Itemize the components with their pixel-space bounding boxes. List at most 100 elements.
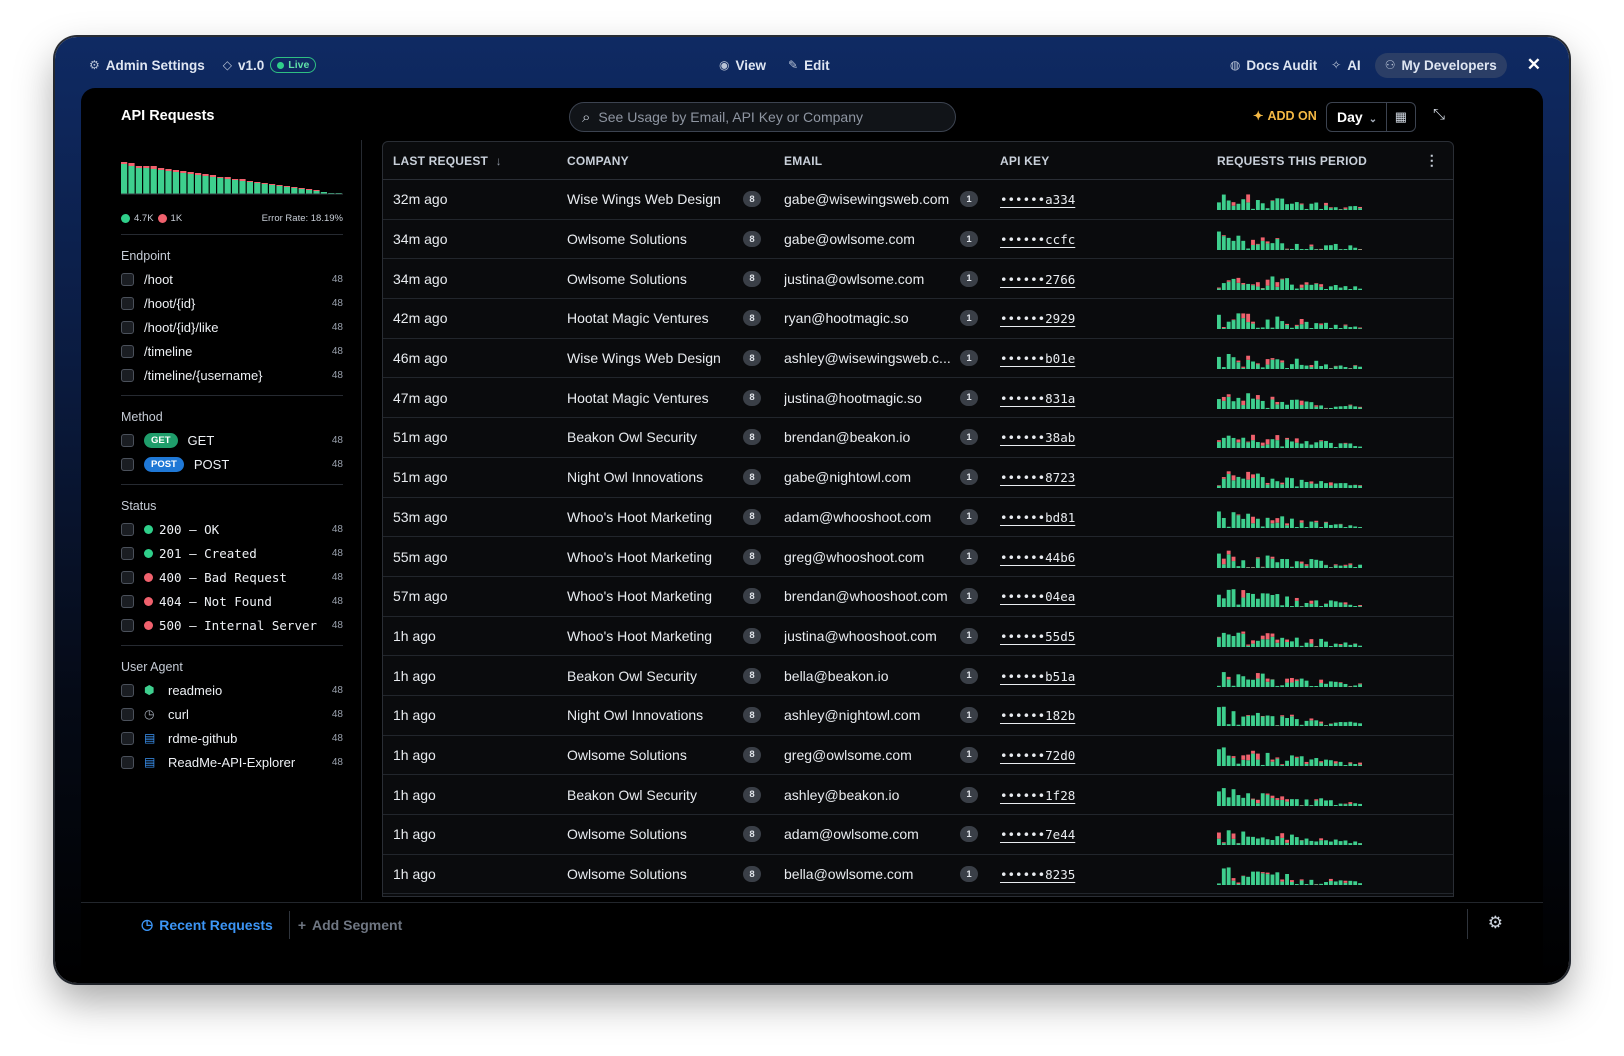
checkbox[interactable]: [121, 522, 134, 536]
checkbox[interactable]: [121, 457, 134, 471]
api-key-link[interactable]: ••••••ccfc: [1000, 232, 1075, 247]
my-developers-button[interactable]: ⚇ My Developers: [1374, 52, 1507, 78]
email-link[interactable]: justina@whooshoot.com: [784, 628, 937, 644]
api-key-link[interactable]: ••••••182b: [1000, 708, 1075, 723]
user-agent-filter[interactable]: ⬢ readmeio 48: [121, 678, 343, 702]
email-link[interactable]: bella@owlsome.com: [784, 866, 913, 882]
email-link[interactable]: gabe@nightowl.com: [784, 469, 911, 485]
endpoint-filter[interactable]: /timeline 48: [121, 339, 343, 363]
email-link[interactable]: ryan@hootmagic.so: [784, 310, 909, 326]
email-link[interactable]: ashley@beakon.io: [784, 787, 899, 803]
email-link[interactable]: greg@owlsome.com: [784, 747, 912, 763]
checkbox[interactable]: [121, 344, 134, 358]
checkbox[interactable]: [121, 570, 134, 584]
email-link[interactable]: ashley@wisewingsweb.c...: [784, 350, 951, 366]
email-link[interactable]: brendan@whooshoot.com: [784, 588, 948, 604]
add-on-button[interactable]: ✦ ADD ON: [1253, 108, 1317, 124]
gear-icon[interactable]: ⚙: [1488, 913, 1503, 933]
checkbox[interactable]: [121, 731, 134, 745]
email-link[interactable]: brendan@beakon.io: [784, 429, 910, 445]
column-requests[interactable]: REQUESTS THIS PERIOD ⋮: [1207, 152, 1453, 169]
checkbox[interactable]: [121, 433, 134, 447]
search-input[interactable]: ⌕ See Usage by Email, API Key or Company: [569, 102, 956, 132]
endpoint-filter[interactable]: /hoot/{id} 48: [121, 291, 343, 315]
method-filter[interactable]: GET GET 48: [121, 428, 343, 452]
endpoint-filter[interactable]: /hoot/{id}/like 48: [121, 315, 343, 339]
user-agent-filter[interactable]: ▤ ReadMe-API-Explorer 48: [121, 750, 343, 774]
status-filter[interactable]: 404 – Not Found 48: [121, 589, 343, 613]
status-filter[interactable]: 400 – Bad Request 48: [121, 565, 343, 589]
checkbox[interactable]: [121, 296, 134, 310]
view-button[interactable]: ◉ View: [719, 58, 766, 73]
column-last-request[interactable]: LAST REQUEST ↓: [383, 154, 557, 168]
status-filter[interactable]: 500 – Internal Server 48: [121, 613, 343, 637]
api-key-link[interactable]: ••••••7e44: [1000, 827, 1075, 842]
api-key-link[interactable]: ••••••2766: [1000, 272, 1075, 287]
column-api-key[interactable]: API KEY: [990, 154, 1207, 168]
table-row[interactable]: 47m ago Hootat Magic Ventures 8 justina@hoo…: [383, 378, 1453, 419]
checkbox[interactable]: [121, 594, 134, 608]
api-key-link[interactable]: ••••••2929: [1000, 311, 1075, 326]
period-selector[interactable]: Day ⌄ ▦: [1326, 102, 1416, 132]
table-row[interactable]: 34m ago Owlsome Solutions 8 gabe@owlsome.co…: [383, 220, 1453, 260]
user-agent-filter[interactable]: ◷ curl 48: [121, 702, 343, 726]
column-company[interactable]: COMPANY: [557, 154, 773, 168]
email-link[interactable]: ashley@nightowl.com: [784, 707, 920, 723]
api-key-link[interactable]: ••••••8235: [1000, 867, 1075, 882]
tab-recent-requests[interactable]: ◷ Recent Requests: [81, 916, 273, 933]
table-row[interactable]: 1h ago Whoo's Hoot Marketing 8 justina@whoo…: [383, 617, 1453, 657]
checkbox[interactable]: [121, 707, 134, 721]
api-key-link[interactable]: ••••••1f28: [1000, 788, 1075, 803]
email-link[interactable]: bella@beakon.io: [784, 668, 889, 684]
table-row[interactable]: 46m ago Wise Wings Web Design 8 ashley@wise…: [383, 339, 1453, 379]
checkbox[interactable]: [121, 683, 134, 697]
checkbox[interactable]: [121, 320, 134, 334]
docs-audit-button[interactable]: ◍ Docs Audit: [1230, 58, 1317, 73]
admin-settings-button[interactable]: ⚙ Admin Settings: [89, 58, 205, 73]
table-row[interactable]: 57m ago Whoo's Hoot Marketing 8 brendan@who…: [383, 577, 1453, 617]
status-filter[interactable]: 201 – Created 48: [121, 541, 343, 565]
calendar-icon[interactable]: ▦: [1385, 103, 1415, 131]
api-key-link[interactable]: ••••••b01e: [1000, 351, 1075, 366]
api-key-link[interactable]: ••••••a334: [1000, 192, 1075, 207]
table-row[interactable]: 51m ago Night Owl Innovations 8 gabe@nighto…: [383, 458, 1453, 498]
api-key-link[interactable]: ••••••38ab: [1000, 430, 1075, 445]
api-key-link[interactable]: ••••••8723: [1000, 470, 1075, 485]
api-key-link[interactable]: ••••••72d0: [1000, 748, 1075, 763]
table-row[interactable]: 1h ago Beakon Owl Security 8 bella@beakon.i…: [383, 656, 1453, 696]
table-row[interactable]: 1h ago Owlsome Solutions 8 bella@owlsome.co…: [383, 855, 1453, 895]
checkbox[interactable]: [121, 272, 134, 286]
email-link[interactable]: gabe@wisewingsweb.com: [784, 191, 949, 207]
api-key-link[interactable]: ••••••04ea: [1000, 589, 1075, 604]
status-filter[interactable]: 200 – OK 48: [121, 517, 343, 541]
email-link[interactable]: adam@owlsome.com: [784, 826, 919, 842]
api-key-link[interactable]: ••••••bd81: [1000, 510, 1075, 525]
table-row[interactable]: 1h ago Night Owl Innovations 8 ashley@night…: [383, 696, 1453, 736]
table-row[interactable]: 42m ago Hootat Magic Ventures 8 ryan@hootma…: [383, 299, 1453, 339]
api-key-link[interactable]: ••••••b51a: [1000, 669, 1075, 684]
collapse-icon[interactable]: ⤡: [1433, 106, 1445, 123]
email-link[interactable]: justina@owlsome.com: [784, 271, 924, 287]
email-link[interactable]: adam@whooshoot.com: [784, 509, 931, 525]
table-row[interactable]: 51m ago Beakon Owl Security 8 brendan@beako…: [383, 418, 1453, 458]
email-link[interactable]: gabe@owlsome.com: [784, 231, 915, 247]
table-row[interactable]: 1h ago Owlsome Solutions 8 adam@owlsome.com…: [383, 815, 1453, 855]
add-segment-button[interactable]: + Add Segment: [298, 917, 402, 933]
more-options-icon[interactable]: ⋮: [1425, 152, 1439, 169]
table-row[interactable]: 1h ago Beakon Owl Security 8 ashley@beakon.…: [383, 775, 1453, 815]
api-key-link[interactable]: ••••••44b6: [1000, 550, 1075, 565]
version-selector[interactable]: ◇ v1.0 Live: [223, 57, 317, 73]
table-row[interactable]: 34m ago Owlsome Solutions 8 justina@owlsome…: [383, 259, 1453, 300]
api-key-link[interactable]: ••••••831a: [1000, 391, 1075, 406]
endpoint-filter[interactable]: /timeline/{username} 48: [121, 363, 343, 387]
checkbox[interactable]: [121, 755, 134, 769]
checkbox[interactable]: [121, 368, 134, 382]
table-row[interactable]: 53m ago Whoo's Hoot Marketing 8 adam@whoosh…: [383, 498, 1453, 538]
table-row[interactable]: 1h ago Owlsome Solutions 8 greg@owlsome.com…: [383, 736, 1453, 776]
checkbox[interactable]: [121, 618, 134, 632]
column-email[interactable]: EMAIL: [773, 154, 990, 168]
table-row[interactable]: 55m ago Whoo's Hoot Marketing 8 greg@whoosh…: [383, 537, 1453, 577]
edit-button[interactable]: ✎ Edit: [788, 58, 830, 73]
ai-button[interactable]: ✧ AI: [1331, 58, 1361, 73]
close-icon[interactable]: ✕: [1527, 55, 1541, 75]
